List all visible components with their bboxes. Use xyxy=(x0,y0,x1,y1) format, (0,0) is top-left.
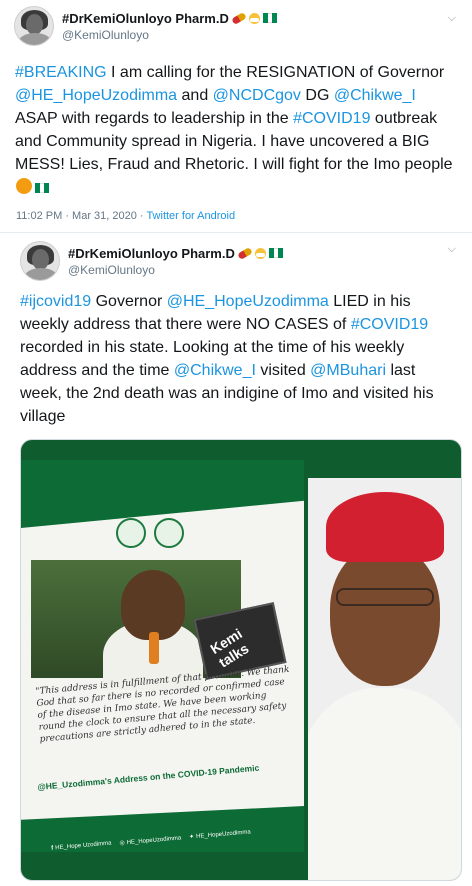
tweet-header: #DrKemiOlunloyo Pharm.D @KemiOlunloyo xyxy=(20,241,283,281)
tweet-text-segment: DG xyxy=(300,87,334,104)
governor-portrait xyxy=(308,478,461,880)
mention-link[interactable]: #COVID19 xyxy=(351,316,428,333)
mention-link[interactable]: @Chikwe_I xyxy=(334,87,416,104)
tweet-1[interactable]: #DrKemiOlunloyo Pharm.D @KemiOlunloyo ⌵ … xyxy=(0,0,472,232)
tweet-header: #DrKemiOlunloyo Pharm.D @KemiOlunloyo xyxy=(14,6,277,46)
chevron-down-icon[interactable]: ⌵ xyxy=(448,12,456,25)
nigeria-flag-icon xyxy=(262,13,277,23)
tweet-text-segment: visited xyxy=(255,362,311,379)
mask-emoji-icon xyxy=(248,12,260,24)
tweet-text: #BREAKING I am calling for the RESIGNATI… xyxy=(15,61,460,199)
mention-link[interactable]: @HE_HopeUzodimma xyxy=(167,293,329,310)
mention-link[interactable]: #BREAKING xyxy=(15,64,107,81)
pill-emoji-icon xyxy=(231,11,247,25)
tweet-text-segment: ASAP with regards to leadership in the xyxy=(15,110,294,127)
mention-link[interactable]: #COVID19 xyxy=(293,110,370,127)
chevron-down-icon[interactable]: ⌵ xyxy=(448,243,456,256)
nigeria-flag-icon xyxy=(35,183,50,193)
mention-link[interactable]: @Chikwe_I xyxy=(174,362,256,379)
tweet-2[interactable]: #DrKemiOlunloyo Pharm.D @KemiOlunloyo ⌵ … xyxy=(0,232,472,886)
user-handle[interactable]: @KemiOlunloyo xyxy=(68,262,283,278)
pill-emoji-icon xyxy=(237,246,253,260)
kemi-talks-logo-text: Kemi talks xyxy=(207,625,252,671)
state-seal-icon xyxy=(116,518,146,548)
angry-face-icon xyxy=(16,178,32,194)
mask-emoji-icon xyxy=(254,247,266,259)
avatar[interactable] xyxy=(20,241,60,281)
address-caption: @HE_Uzodimma's Address on the COVID-19 P… xyxy=(37,762,260,792)
mention-link[interactable]: @HE_HopeUzodimma xyxy=(15,87,177,104)
avatar[interactable] xyxy=(14,6,54,46)
tweet-meta: 11:02 PM · Mar 31, 2020 · Twitter for An… xyxy=(16,210,235,222)
tweet-text-segment: and xyxy=(177,87,213,104)
mention-link[interactable]: #ijcovid19 xyxy=(20,293,91,310)
display-name[interactable]: #DrKemiOlunloyo Pharm.D xyxy=(68,245,235,262)
display-name[interactable]: #DrKemiOlunloyo Pharm.D xyxy=(62,10,229,27)
tweet-text: #ijcovid19 Governor @HE_HopeUzodimma LIE… xyxy=(20,290,460,428)
display-name-row[interactable]: #DrKemiOlunloyo Pharm.D xyxy=(68,245,283,262)
mention-link[interactable]: @NCDCgov xyxy=(213,87,301,104)
card-top-banner xyxy=(21,460,304,528)
tweet-text-segment: I am calling for the RESIGNATION of Gove… xyxy=(106,64,445,81)
governor-badge-icon xyxy=(154,518,184,548)
timestamp[interactable]: 11:02 PM · Mar 31, 2020 · xyxy=(16,210,146,222)
address-card: Kemi talks "This address is in fulfillme… xyxy=(21,460,304,852)
user-handle[interactable]: @KemiOlunloyo xyxy=(62,27,277,43)
mention-link[interactable]: @MBuhari xyxy=(310,362,386,379)
nigeria-flag-icon xyxy=(268,248,283,258)
tweet-media-image[interactable]: Kemi talks "This address is in fulfillme… xyxy=(20,439,462,881)
tweet-source[interactable]: Twitter for Android xyxy=(146,210,235,222)
tweet-text-segment: Governor xyxy=(91,293,167,310)
display-name-row[interactable]: #DrKemiOlunloyo Pharm.D xyxy=(62,10,277,27)
